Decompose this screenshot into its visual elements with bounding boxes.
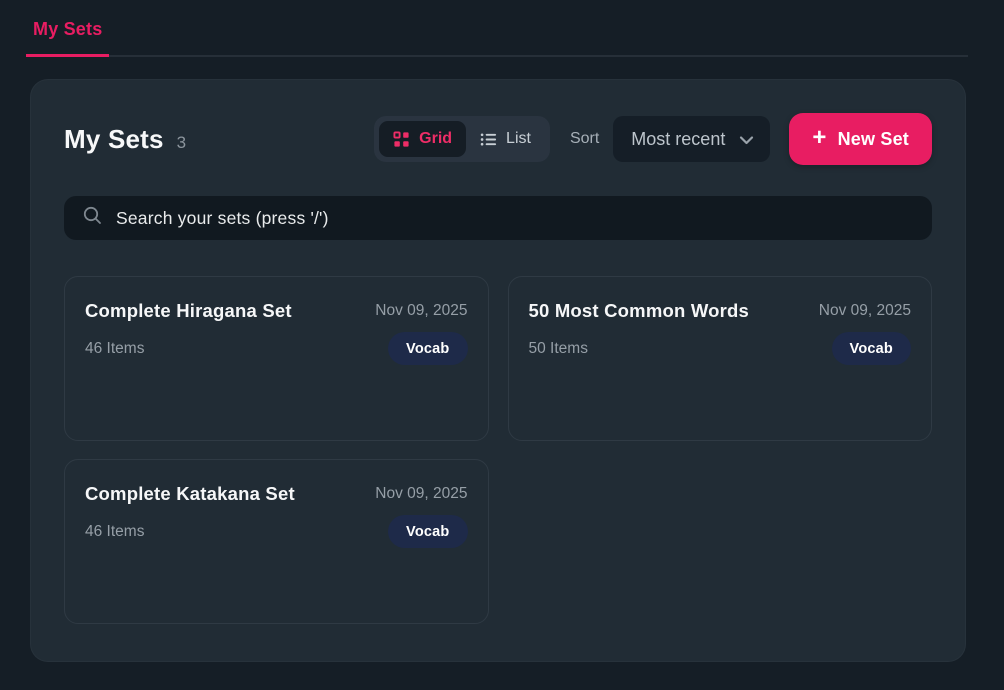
set-item-count: 46 Items <box>85 340 144 358</box>
set-card[interactable]: 50 Most Common Words Nov 09, 2025 50 Ite… <box>508 276 933 441</box>
card-meta-row: 46 Items Vocab <box>85 332 468 365</box>
tab-my-sets[interactable]: My Sets <box>26 0 109 57</box>
set-card[interactable]: Complete Katakana Set Nov 09, 2025 46 It… <box>64 459 489 624</box>
set-type-badge: Vocab <box>832 332 911 365</box>
panel-header: My Sets 3 Grid <box>64 113 932 165</box>
set-date: Nov 09, 2025 <box>375 485 467 503</box>
list-view-button[interactable]: List <box>466 121 545 157</box>
grid-view-label: Grid <box>419 130 452 148</box>
card-top-row: Complete Hiragana Set Nov 09, 2025 <box>85 300 468 322</box>
view-toggle: Grid List <box>374 116 550 162</box>
grid-view-button[interactable]: Grid <box>379 121 466 157</box>
set-date: Nov 09, 2025 <box>819 302 911 320</box>
chevron-down-icon <box>739 133 754 145</box>
panel-heading: My Sets 3 <box>64 124 186 155</box>
sort-dropdown[interactable]: Most recent <box>613 116 770 162</box>
list-icon <box>480 131 497 148</box>
set-item-count: 46 Items <box>85 523 144 541</box>
set-item-count: 50 Items <box>529 340 588 358</box>
set-type-badge: Vocab <box>388 515 467 548</box>
search-bar <box>64 196 932 240</box>
page-title: My Sets <box>64 124 164 155</box>
set-date: Nov 09, 2025 <box>375 302 467 320</box>
plus-icon: + <box>812 126 826 150</box>
tab-bar: My Sets <box>26 0 968 57</box>
new-set-button[interactable]: + New Set <box>789 113 932 165</box>
set-card[interactable]: Complete Hiragana Set Nov 09, 2025 46 It… <box>64 276 489 441</box>
sets-count: 3 <box>177 133 186 153</box>
set-title: Complete Hiragana Set <box>85 300 292 322</box>
search-input[interactable] <box>116 208 914 229</box>
set-type-badge: Vocab <box>388 332 467 365</box>
grid-icon <box>393 131 410 148</box>
set-title: 50 Most Common Words <box>529 300 750 322</box>
set-title: Complete Katakana Set <box>85 483 295 505</box>
card-top-row: 50 Most Common Words Nov 09, 2025 <box>529 300 912 322</box>
new-set-label: New Set <box>838 129 909 150</box>
search-icon <box>82 205 103 231</box>
my-sets-panel: My Sets 3 Grid <box>30 79 966 662</box>
card-meta-row: 50 Items Vocab <box>529 332 912 365</box>
card-meta-row: 46 Items Vocab <box>85 515 468 548</box>
card-top-row: Complete Katakana Set Nov 09, 2025 <box>85 483 468 505</box>
sort-label: Sort <box>570 130 599 148</box>
tab-my-sets-label: My Sets <box>33 19 102 40</box>
header-controls: Grid List S <box>374 113 932 165</box>
list-view-label: List <box>506 130 531 148</box>
sets-grid: Complete Hiragana Set Nov 09, 2025 46 It… <box>64 276 932 624</box>
sort-selected-value: Most recent <box>631 129 725 150</box>
